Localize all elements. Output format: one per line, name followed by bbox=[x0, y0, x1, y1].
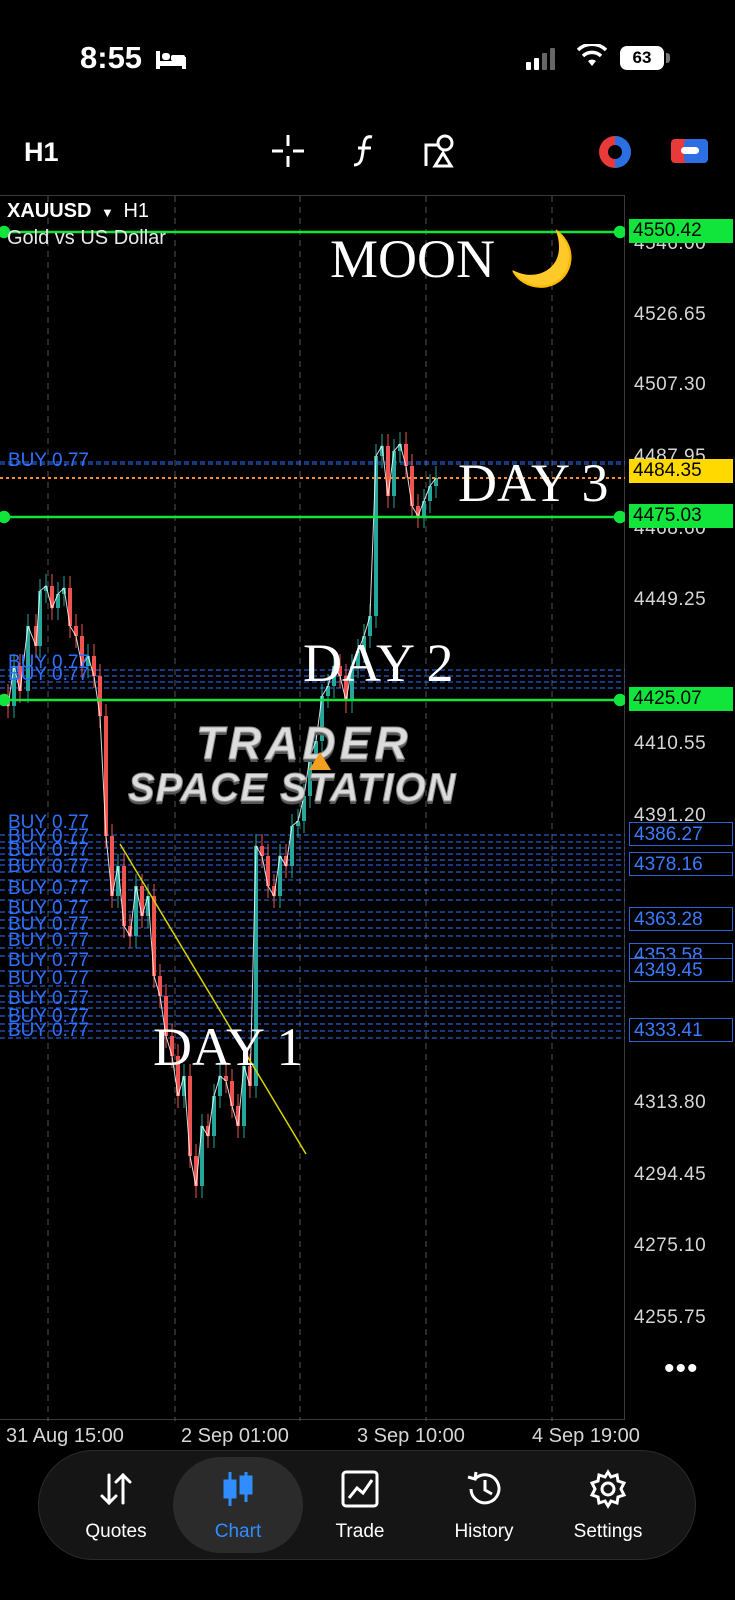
order-label[interactable]: BUY 0.77 bbox=[8, 878, 89, 900]
symbol-name: XAUUSD bbox=[7, 200, 92, 222]
nav-quotes[interactable]: Quotes bbox=[51, 1451, 181, 1559]
order-label[interactable]: BUY 0.77 bbox=[8, 930, 89, 952]
day2-annotation: DAY 2 bbox=[303, 633, 454, 693]
symbol-description: Gold vs US Dollar bbox=[7, 227, 166, 249]
price-tick: 4507.30 bbox=[634, 374, 707, 395]
time-tick: 4 Sep 19:00 bbox=[532, 1425, 640, 1447]
price-tick: 4294.45 bbox=[634, 1164, 707, 1185]
trade-icon bbox=[341, 1470, 379, 1508]
price-label-level: 4475.03 bbox=[629, 504, 733, 528]
price-axis: 4546.00 4526.65 4507.30 4487.95 4468.60 … bbox=[625, 195, 735, 1420]
brand-logo-bottom: SPACE STATION bbox=[128, 766, 457, 811]
nav-history[interactable]: History bbox=[419, 1451, 549, 1559]
chart-icon bbox=[223, 1472, 253, 1506]
bottom-navigation: Quotes Chart Trade History Settings bbox=[38, 1450, 696, 1560]
price-label-order: 4378.16 bbox=[629, 852, 733, 876]
nav-trade[interactable]: Trade bbox=[295, 1451, 425, 1559]
price-label-order: 4333.41 bbox=[629, 1018, 733, 1042]
candle-body bbox=[38, 591, 42, 646]
price-label-order: 4386.27 bbox=[629, 822, 733, 846]
symbol-timeframe: H1 bbox=[123, 200, 150, 222]
status-bar: 8:55 63 bbox=[0, 0, 735, 120]
green-level-4425 bbox=[0, 693, 625, 707]
dropdown-icon: ▼ bbox=[101, 205, 114, 220]
history-icon bbox=[467, 1471, 501, 1505]
crosshair-icon[interactable] bbox=[270, 133, 306, 169]
timeframe-button[interactable]: H1 bbox=[24, 137, 59, 168]
price-label-order: 4363.28 bbox=[629, 907, 733, 931]
price-tick: 4313.80 bbox=[634, 1092, 707, 1113]
nav-label: Trade bbox=[335, 1521, 385, 1542]
settings-icon bbox=[589, 1469, 627, 1509]
nav-label: Quotes bbox=[85, 1521, 147, 1542]
price-tick: 4255.75 bbox=[634, 1307, 707, 1328]
moon-annotation: MOON 🌙 bbox=[330, 229, 576, 289]
price-tick: 4449.25 bbox=[634, 589, 707, 610]
order-label[interactable]: BUY 0.77 bbox=[8, 1020, 89, 1042]
time-tick: 2 Sep 01:00 bbox=[181, 1425, 289, 1447]
price-tick: 4275.10 bbox=[634, 1235, 707, 1256]
color-scheme-icon[interactable] bbox=[670, 133, 710, 169]
nav-label: Settings bbox=[573, 1521, 643, 1542]
sleep-focus-icon bbox=[156, 51, 186, 69]
function-icon[interactable] bbox=[350, 133, 380, 169]
wifi-icon bbox=[577, 44, 607, 66]
order-label[interactable]: BUY 0.77 bbox=[8, 450, 89, 472]
time-tick: 3 Sep 10:00 bbox=[357, 1425, 465, 1447]
nav-chart[interactable]: Chart bbox=[173, 1457, 303, 1553]
day3-annotation: DAY 3 bbox=[458, 453, 609, 513]
nav-label: History bbox=[454, 1521, 514, 1542]
price-tick: 4410.55 bbox=[634, 733, 707, 754]
cellular-signal-icon bbox=[526, 48, 555, 70]
order-label[interactable]: BUY 0.77 bbox=[8, 664, 89, 686]
chart-toolbar: H1 bbox=[0, 125, 735, 185]
price-tick: 4526.65 bbox=[634, 304, 707, 325]
status-time: 8:55 bbox=[80, 40, 143, 75]
price-label-order: 4349.45 bbox=[629, 958, 733, 982]
nav-settings[interactable]: Settings bbox=[543, 1451, 673, 1559]
order-label[interactable]: BUY 0.77 bbox=[8, 968, 89, 990]
battery-indicator: 63 bbox=[620, 46, 664, 70]
quotes-icon bbox=[100, 1472, 132, 1506]
battery-tip bbox=[666, 53, 670, 63]
day1-annotation: DAY 1 bbox=[153, 1017, 304, 1077]
one-click-trading-icon[interactable] bbox=[596, 133, 634, 171]
nav-label: Chart bbox=[214, 1521, 262, 1542]
price-label-level: 4550.42 bbox=[629, 219, 733, 243]
brand-logo-top: TRADER bbox=[196, 717, 412, 770]
symbol-title[interactable]: XAUUSD ▼ H1 bbox=[7, 200, 149, 223]
price-label-ask: 4484.35 bbox=[629, 459, 733, 483]
price-label-level: 4425.07 bbox=[629, 687, 733, 711]
more-options-icon[interactable]: ••• bbox=[664, 1352, 699, 1386]
time-tick: 31 Aug 15:00 bbox=[6, 1425, 124, 1447]
order-label[interactable]: BUY 0.77 bbox=[8, 856, 89, 878]
objects-icon[interactable] bbox=[423, 133, 459, 169]
time-axis: 31 Aug 15:00 2 Sep 01:00 3 Sep 10:00 4 S… bbox=[0, 1420, 735, 1450]
